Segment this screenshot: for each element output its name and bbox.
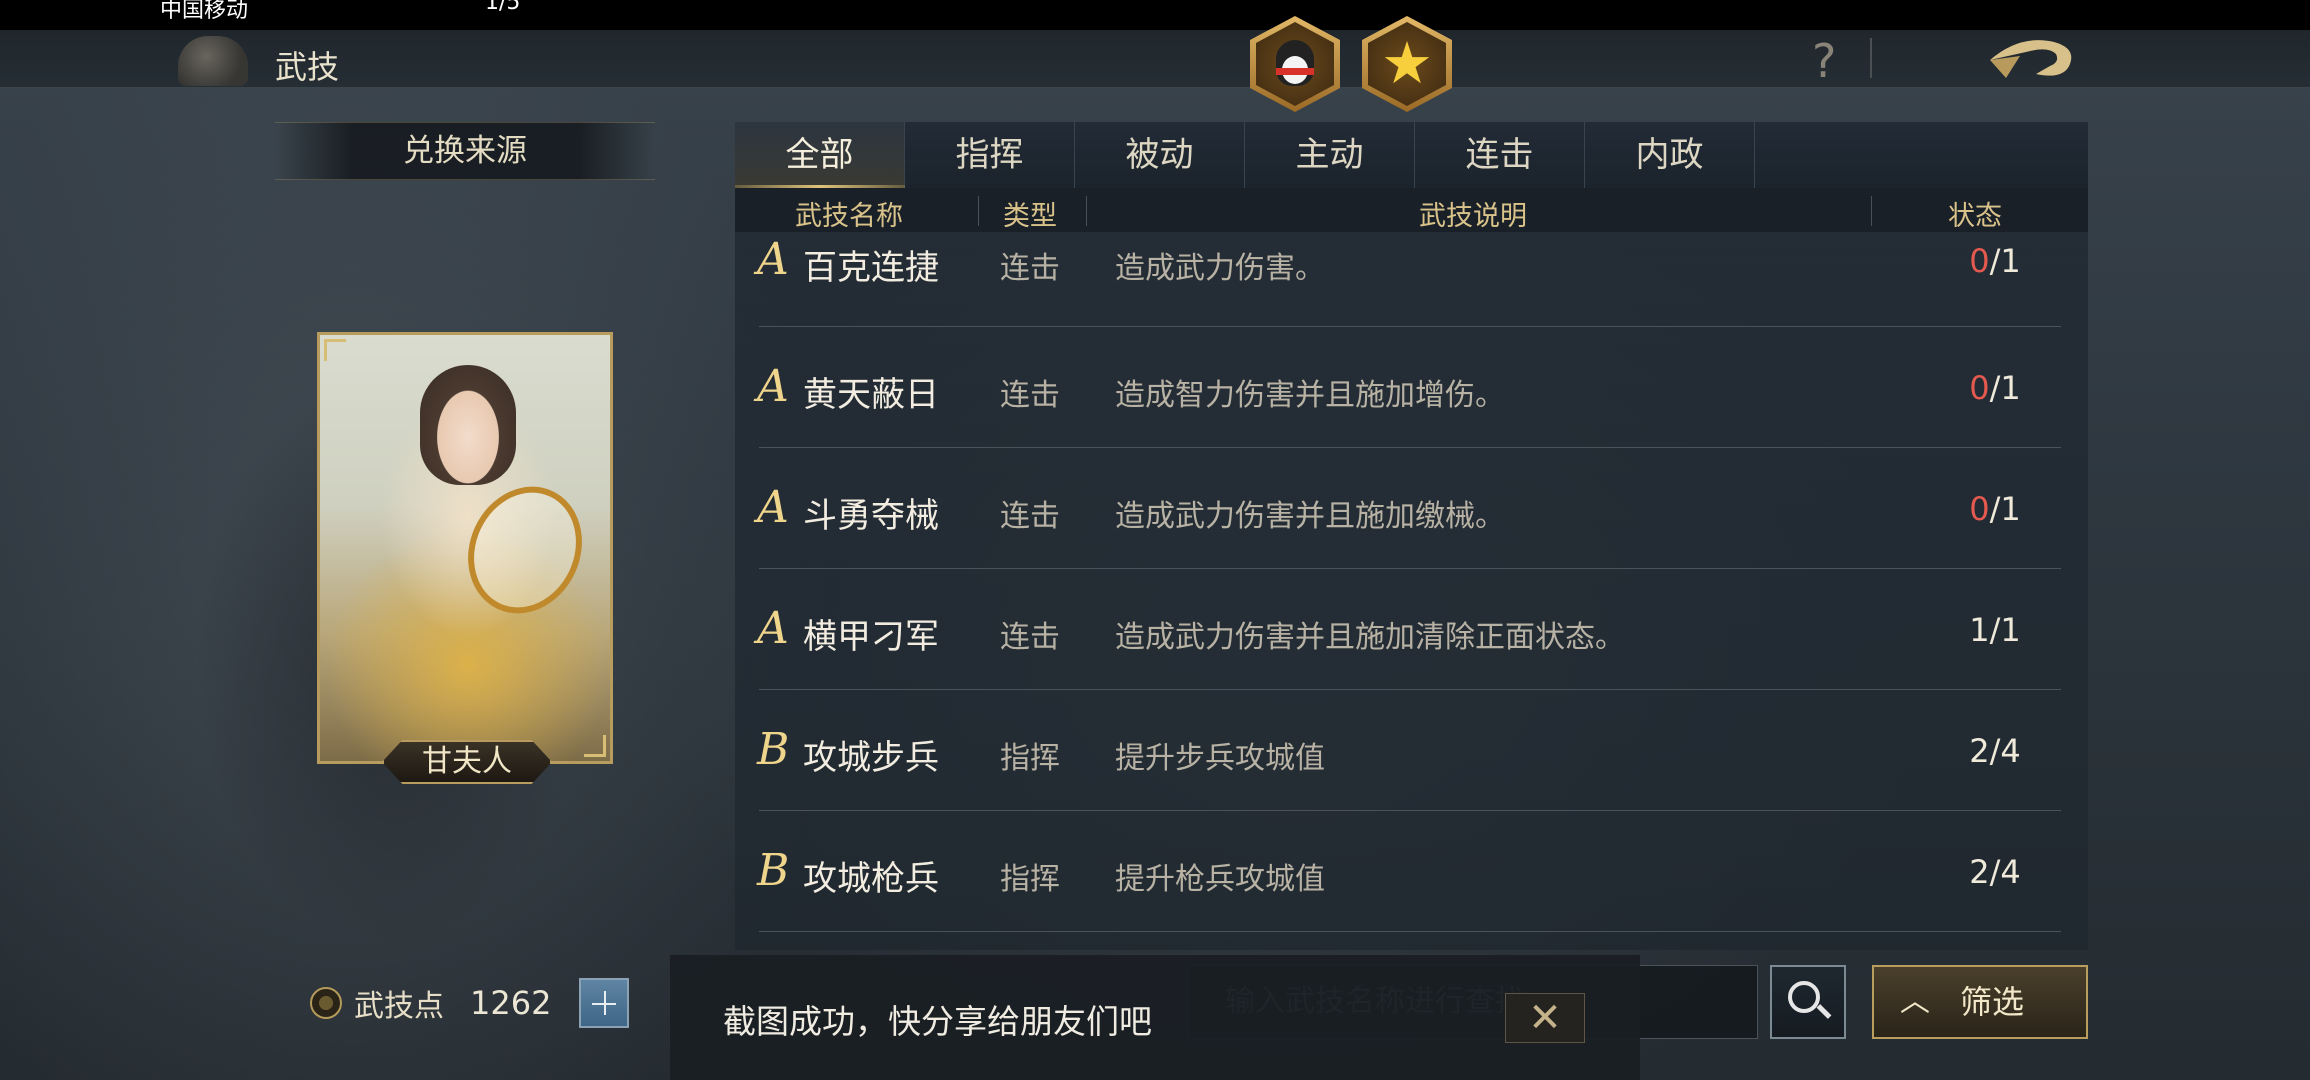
- row-divider: [759, 931, 2061, 932]
- tab-command[interactable]: 指挥: [905, 122, 1075, 188]
- skill-grade: B: [757, 724, 790, 775]
- skill-grade: A: [757, 234, 789, 285]
- hero-fan-art: [447, 467, 603, 633]
- skill-desc: 提升步兵攻城值: [1115, 741, 1325, 776]
- exchange-source-label[interactable]: 兑换来源: [275, 122, 655, 180]
- skill-point-icon: [310, 987, 342, 1019]
- skill-name: 横甲刁军: [803, 617, 939, 657]
- filter-button[interactable]: ︿ 筛选: [1872, 965, 2088, 1039]
- screenshot-toast: 截图成功，快分享给朋友们吧: [670, 955, 1640, 1080]
- status-total: /4: [1989, 732, 2021, 770]
- skill-name: 斗勇夺械: [803, 496, 939, 536]
- close-icon[interactable]: ✕: [1505, 993, 1585, 1043]
- tab-domestic[interactable]: 内政: [1585, 122, 1755, 188]
- skill-type: 连击: [1000, 620, 1060, 655]
- search-button[interactable]: [1770, 965, 1846, 1039]
- hero-head-art: [420, 365, 516, 485]
- tab-passive[interactable]: 被动: [1075, 122, 1245, 188]
- chevron-up-icon: ︿: [1900, 984, 1930, 1019]
- status-total: /1: [1989, 369, 2021, 407]
- skill-list-panel: 全部 指挥 被动 主动 连击 内政 武技名称 类型 武技说明 状态 A 百克连捷…: [735, 122, 2088, 950]
- frame-corner: [584, 735, 606, 757]
- skill-list: A 百克连捷 连击 造成武力伤害。 0/1 A 黄天蔽日 连击 造成智力伤害并且…: [735, 232, 2088, 950]
- skill-points-value: 1262: [470, 984, 552, 1022]
- tab-combo[interactable]: 连击: [1415, 122, 1585, 188]
- skill-type: 指挥: [1000, 741, 1060, 776]
- search-icon: [1788, 981, 1820, 1013]
- hero-portrait[interactable]: [317, 332, 613, 764]
- table-row[interactable]: A 百克连捷 连击 造成武力伤害。 0/1: [735, 206, 2088, 327]
- skill-grade: B: [757, 845, 790, 896]
- tab-bar: 全部 指挥 被动 主动 连击 内政: [735, 122, 2088, 188]
- status-owned: 0: [1969, 490, 1990, 528]
- skill-status: 2/4: [1955, 732, 2035, 770]
- filter-label: 筛选: [1960, 983, 2025, 1021]
- toast-message: 截图成功，快分享给朋友们吧: [723, 1002, 1152, 1041]
- table-row[interactable]: A 斗勇夺械 连击 造成武力伤害并且施加缴械。 0/1: [735, 448, 2088, 569]
- skill-type: 连击: [1000, 378, 1060, 413]
- status-bar: 中国移动 1/5: [0, 0, 2310, 30]
- tab-active[interactable]: 主动: [1245, 122, 1415, 188]
- table-row[interactable]: B 攻城枪兵 指挥 提升枪兵攻城值 2/4: [735, 811, 2088, 932]
- status-total: /1: [1989, 242, 2021, 280]
- skill-name: 百克连捷: [803, 248, 939, 288]
- frame-corner: [324, 339, 346, 361]
- helmet-icon: [178, 36, 248, 86]
- qq-penguin-scarf: [1276, 68, 1314, 75]
- skill-name: 攻城枪兵: [803, 859, 939, 899]
- table-row[interactable]: A 黄天蔽日 连击 造成智力伤害并且施加增伤。 0/1: [735, 327, 2088, 448]
- skill-desc: 造成武力伤害。: [1115, 251, 1325, 286]
- carrier-text: 中国移动: [160, 0, 249, 23]
- skill-points-bar: 武技点 1262: [310, 975, 640, 1031]
- skill-points-label: 武技点: [354, 989, 444, 1024]
- skill-grade: A: [757, 361, 789, 412]
- skill-name: 黄天蔽日: [803, 375, 939, 415]
- page-title: 武技: [275, 48, 340, 86]
- status-owned: 2: [1969, 732, 1990, 770]
- skill-desc: 造成武力伤害并且施加清除正面状态。: [1115, 620, 1625, 655]
- skill-grade: A: [757, 482, 789, 533]
- skill-desc: 造成智力伤害并且施加增伤。: [1115, 378, 1505, 413]
- status-owned: 0: [1969, 242, 1990, 280]
- status-total: /1: [1989, 611, 2021, 649]
- skill-status: 1/1: [1955, 611, 2035, 649]
- table-row[interactable]: B 攻城步兵 指挥 提升步兵攻城值 2/4: [735, 690, 2088, 811]
- status-owned: 1: [1969, 611, 1990, 649]
- skill-status: 0/1: [1955, 369, 2035, 407]
- status-total: /4: [1989, 853, 2021, 891]
- back-arrow-icon[interactable]: [1980, 30, 2080, 86]
- skill-status: 0/1: [1955, 242, 2035, 280]
- header-bar: 武技 ?: [0, 30, 2310, 88]
- add-skill-points-button[interactable]: [579, 978, 630, 1028]
- skill-type: 连击: [1000, 499, 1060, 534]
- skill-type: 连击: [1000, 251, 1060, 286]
- skill-status: 0/1: [1955, 490, 2035, 528]
- table-row[interactable]: A 横甲刁军 连击 造成武力伤害并且施加清除正面状态。 1/1: [735, 569, 2088, 690]
- status-owned: 0: [1969, 369, 1990, 407]
- skill-status: 2/4: [1955, 853, 2035, 891]
- status-total: /1: [1989, 490, 2021, 528]
- tab-all[interactable]: 全部: [735, 122, 905, 188]
- skill-desc: 造成武力伤害并且施加缴械。: [1115, 499, 1505, 534]
- skill-type: 指挥: [1000, 862, 1060, 897]
- header-divider: [1870, 38, 1872, 78]
- help-icon[interactable]: ?: [1812, 34, 1836, 88]
- status-owned: 2: [1969, 853, 1990, 891]
- status-right-text: 1/5: [485, 0, 521, 15]
- qzone-star-icon: ★: [1381, 29, 1433, 97]
- search-icon-handle: [1816, 1004, 1832, 1019]
- skill-name: 攻城步兵: [803, 738, 939, 778]
- hero-name: 甘夫人: [382, 740, 552, 784]
- skill-desc: 提升枪兵攻城值: [1115, 862, 1325, 897]
- skill-grade: A: [757, 603, 789, 654]
